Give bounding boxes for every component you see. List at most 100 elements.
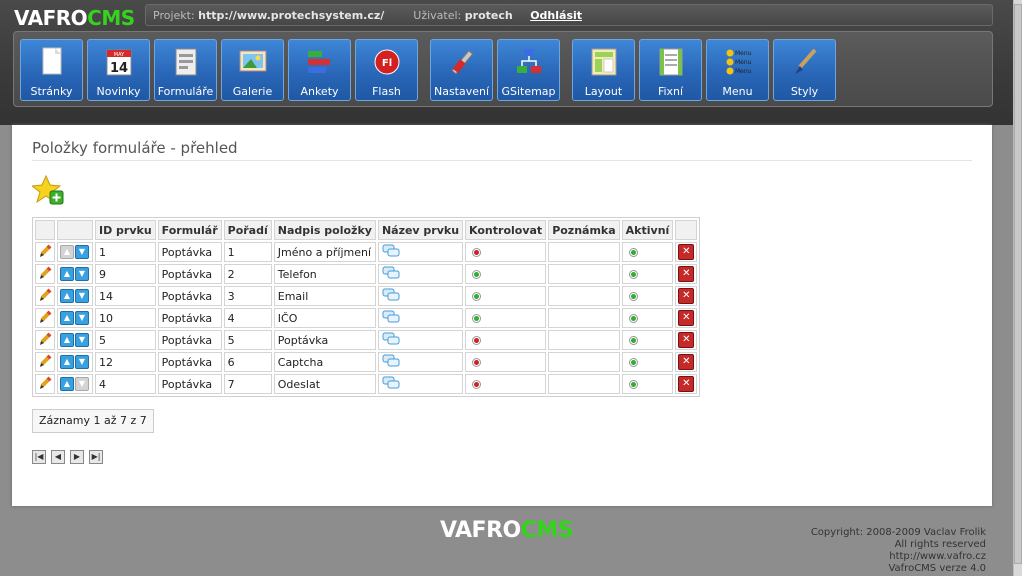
scrollbar[interactable] (1013, 0, 1022, 576)
speech-bubble-icon[interactable] (382, 310, 400, 324)
column-header[interactable]: Nadpis položky (273, 220, 376, 240)
toolbar-button-nastaveni[interactable]: Nastavení (430, 39, 493, 101)
delete-cell[interactable]: ✕ (675, 330, 698, 350)
edit-cell[interactable] (35, 352, 55, 372)
cell-check[interactable] (465, 264, 547, 284)
delete-icon[interactable]: ✕ (678, 288, 695, 304)
add-item-button[interactable] (30, 174, 66, 207)
cell-element-name[interactable] (377, 242, 464, 262)
edit-cell[interactable] (35, 264, 55, 284)
move-up-icon[interactable]: ▲ (60, 377, 74, 391)
delete-icon[interactable]: ✕ (678, 332, 695, 348)
toolbar-button-formulare[interactable]: Formuláře (154, 39, 217, 101)
edit-cell[interactable] (35, 330, 55, 350)
check-status-icon[interactable] (472, 314, 482, 323)
move-down-icon[interactable]: ▼ (75, 245, 89, 259)
move-down-icon[interactable]: ▼ (75, 311, 89, 325)
speech-bubble-icon[interactable] (382, 354, 400, 368)
pencil-icon[interactable] (38, 354, 52, 368)
edit-cell[interactable] (35, 374, 55, 394)
active-status-icon[interactable] (628, 380, 638, 389)
delete-icon[interactable]: ✕ (678, 354, 695, 370)
toolbar-button-gsitemap[interactable]: GSitemap (497, 39, 560, 101)
active-status-icon[interactable] (628, 248, 638, 257)
cell-active[interactable] (621, 374, 674, 394)
move-down-icon[interactable]: ▼ (75, 333, 89, 347)
check-status-icon[interactable] (472, 358, 482, 367)
last-page-button[interactable]: ▶| (89, 450, 103, 464)
edit-cell[interactable] (35, 242, 55, 262)
column-header[interactable]: Poznámka (548, 220, 620, 240)
cell-check[interactable] (465, 308, 547, 328)
column-header[interactable]: Kontrolovat (465, 220, 547, 240)
delete-cell[interactable]: ✕ (675, 374, 698, 394)
speech-bubble-icon[interactable] (382, 332, 400, 346)
column-header[interactable]: Aktivní (621, 220, 674, 240)
delete-cell[interactable]: ✕ (675, 308, 698, 328)
edit-cell[interactable] (35, 286, 55, 306)
speech-bubble-icon[interactable] (382, 288, 400, 302)
move-down-icon[interactable]: ▼ (75, 355, 89, 369)
cell-check[interactable] (465, 286, 547, 306)
speech-bubble-icon[interactable] (382, 244, 400, 258)
delete-cell[interactable]: ✕ (675, 286, 698, 306)
scroll-thumb[interactable] (1014, 4, 1022, 564)
column-header[interactable]: Název prvku (377, 220, 464, 240)
speech-bubble-icon[interactable] (382, 266, 400, 280)
pencil-icon[interactable] (38, 376, 52, 390)
check-status-icon[interactable] (472, 270, 482, 279)
first-page-button[interactable]: |◀ (32, 450, 46, 464)
column-header[interactable]: Formulář (157, 220, 222, 240)
cell-element-name[interactable] (377, 352, 464, 372)
pencil-icon[interactable] (38, 332, 52, 346)
move-up-icon[interactable]: ▲ (60, 289, 74, 303)
toolbar-button-ankety[interactable]: Ankety (288, 39, 351, 101)
pencil-icon[interactable] (38, 244, 52, 258)
cell-check[interactable] (465, 242, 547, 262)
cell-check[interactable] (465, 352, 547, 372)
delete-icon[interactable]: ✕ (678, 244, 695, 260)
check-status-icon[interactable] (472, 248, 482, 257)
toolbar-button-fixni[interactable]: Fixní (639, 39, 702, 101)
cell-element-name[interactable] (377, 330, 464, 350)
move-down-icon[interactable]: ▼ (75, 289, 89, 303)
move-up-icon[interactable]: ▲ (60, 355, 74, 369)
logout-link[interactable]: Odhlásit (530, 9, 582, 22)
prev-page-button[interactable]: ◀ (51, 450, 65, 464)
column-header[interactable]: Pořadí (223, 220, 272, 240)
pencil-icon[interactable] (38, 266, 52, 280)
delete-icon[interactable]: ✕ (678, 310, 695, 326)
toolbar-button-styly[interactable]: Styly (773, 39, 836, 101)
active-status-icon[interactable] (628, 314, 638, 323)
toolbar-button-stranky[interactable]: Stránky (20, 39, 83, 101)
active-status-icon[interactable] (628, 292, 638, 301)
cell-active[interactable] (621, 352, 674, 372)
cell-check[interactable] (465, 330, 547, 350)
toolbar-button-layout[interactable]: Layout (572, 39, 635, 101)
check-status-icon[interactable] (472, 380, 482, 389)
edit-cell[interactable] (35, 308, 55, 328)
cell-active[interactable] (621, 242, 674, 262)
active-status-icon[interactable] (628, 336, 638, 345)
toolbar-button-menu[interactable]: Menu Menu Menu Menu (706, 39, 769, 101)
speech-bubble-icon[interactable] (382, 376, 400, 390)
active-status-icon[interactable] (628, 358, 638, 367)
active-status-icon[interactable] (628, 270, 638, 279)
next-page-button[interactable]: ▶ (70, 450, 84, 464)
move-down-icon[interactable]: ▼ (75, 267, 89, 281)
toolbar-button-novinky[interactable]: 14 MAY Novinky (87, 39, 150, 101)
move-up-icon[interactable]: ▲ (60, 267, 74, 281)
check-status-icon[interactable] (472, 292, 482, 301)
cell-active[interactable] (621, 286, 674, 306)
cell-active[interactable] (621, 308, 674, 328)
toolbar-button-flash[interactable]: Fl Flash (355, 39, 418, 101)
check-status-icon[interactable] (472, 336, 482, 345)
toolbar-button-galerie[interactable]: Galerie (221, 39, 284, 101)
cell-check[interactable] (465, 374, 547, 394)
delete-cell[interactable]: ✕ (675, 264, 698, 284)
cell-active[interactable] (621, 330, 674, 350)
cell-element-name[interactable] (377, 264, 464, 284)
delete-cell[interactable]: ✕ (675, 352, 698, 372)
cell-element-name[interactable] (377, 374, 464, 394)
cell-element-name[interactable] (377, 286, 464, 306)
